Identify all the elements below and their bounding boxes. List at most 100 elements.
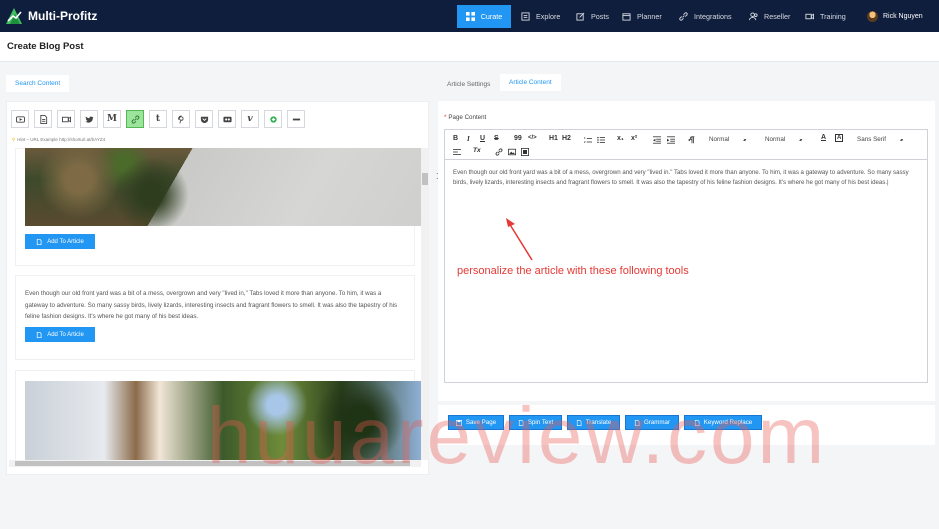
flickr-icon xyxy=(222,116,232,122)
nav-planner[interactable]: Planner xyxy=(622,5,662,28)
source-toolbar: M t v xyxy=(11,110,310,128)
source-more-button[interactable] xyxy=(287,110,305,128)
result-text: Even though our old front yard was a bit… xyxy=(25,290,398,321)
svg-text:2: 2 xyxy=(584,140,586,144)
users-icon xyxy=(749,12,758,21)
video-icon xyxy=(61,115,71,123)
source-medium-button[interactable]: M xyxy=(103,110,121,128)
code-button[interactable]: </> xyxy=(528,135,537,141)
text-direction-button[interactable] xyxy=(688,136,696,144)
outdent-icon xyxy=(653,136,661,144)
pocket-icon xyxy=(200,116,208,123)
video-icon xyxy=(805,13,814,20)
nav-curate[interactable]: Curate xyxy=(457,5,511,28)
brand-name: Multi-Profitz xyxy=(28,9,98,23)
source-twitter-button[interactable] xyxy=(80,110,98,128)
italic-button[interactable]: I xyxy=(467,135,470,143)
bullet-list-button[interactable] xyxy=(597,136,605,144)
insert-link-button[interactable] xyxy=(495,148,503,156)
lightbulb-icon: ⚲ xyxy=(12,137,16,142)
background-color-button[interactable]: A xyxy=(835,134,844,142)
annotation-arrow-icon xyxy=(506,218,533,261)
add-to-article-button[interactable]: Add To Article xyxy=(25,234,95,249)
nav-integrations[interactable]: Integrations xyxy=(679,5,732,28)
ordered-list-icon: 12 xyxy=(584,136,592,144)
logo-icon xyxy=(6,8,22,24)
link-icon xyxy=(679,12,688,21)
editor-toolbar: B I U S 99 </> H1 H2 12 x₁ x² Normal ▴▾ … xyxy=(445,130,927,160)
source-youtube-button[interactable] xyxy=(11,110,29,128)
page-content-label: * Page Content xyxy=(444,114,487,121)
indent-button[interactable] xyxy=(667,136,675,144)
page-title: Create Blog Post xyxy=(7,41,84,52)
h2-button[interactable]: H2 xyxy=(562,135,571,142)
result-image xyxy=(25,148,421,226)
strike-button[interactable]: S xyxy=(494,135,499,142)
source-tumblr-button[interactable]: t xyxy=(149,110,167,128)
source-document-button[interactable] xyxy=(34,110,52,128)
hint-text: ⚲ Hint – URL Example http://shorturl.at/b… xyxy=(12,137,106,142)
text-direction-icon xyxy=(688,136,695,144)
source-pocket-button[interactable] xyxy=(195,110,213,128)
quote-button[interactable]: 99 xyxy=(514,135,522,142)
document-icon xyxy=(37,238,42,245)
size-select[interactable]: Normal xyxy=(709,136,745,143)
brand[interactable]: Multi-Profitz xyxy=(4,6,97,26)
user-name: Rick Nguyen xyxy=(883,13,923,20)
nav-explore[interactable]: Explore xyxy=(521,5,560,28)
add-to-article-button[interactable]: Add To Article xyxy=(25,327,95,342)
superscript-button[interactable]: x² xyxy=(631,135,637,142)
avatar xyxy=(867,11,878,22)
tab-search-content[interactable]: Search Content xyxy=(6,75,70,92)
annotation-text: personalize the article with these follo… xyxy=(457,265,689,277)
more-icon xyxy=(292,118,300,120)
twitter-icon xyxy=(84,115,94,123)
source-vimeo-button[interactable]: v xyxy=(241,110,259,128)
text-color-button[interactable]: A xyxy=(821,134,826,141)
feedly-icon xyxy=(269,115,277,123)
source-video-button[interactable] xyxy=(57,110,75,128)
source-flickr-button[interactable] xyxy=(218,110,236,128)
medium-icon: M xyxy=(107,114,117,124)
nav-training[interactable]: Training xyxy=(805,5,846,28)
tab-article-settings[interactable]: Article Settings xyxy=(438,76,499,93)
outdent-button[interactable] xyxy=(653,136,661,144)
document-icon xyxy=(37,331,42,338)
nav-posts[interactable]: Posts xyxy=(576,5,609,28)
edit-icon xyxy=(576,12,585,21)
film-icon xyxy=(521,148,529,156)
indent-icon xyxy=(667,136,675,144)
link-icon xyxy=(495,148,503,156)
vimeo-icon: v xyxy=(247,114,253,124)
insert-video-button[interactable] xyxy=(521,148,529,156)
explore-icon xyxy=(521,12,530,21)
source-pinterest-button[interactable] xyxy=(172,110,190,128)
source-link-button[interactable] xyxy=(126,110,144,128)
user-menu[interactable]: Rick Nguyen xyxy=(867,11,923,22)
pinterest-icon xyxy=(177,114,184,123)
clear-format-button[interactable]: Tx xyxy=(473,147,481,154)
youtube-icon xyxy=(15,115,25,123)
align-left-icon xyxy=(453,149,461,155)
image-icon xyxy=(508,148,516,156)
watermark: huuareview.com xyxy=(207,391,828,480)
header-select[interactable]: Normal xyxy=(765,136,801,143)
calendar-icon xyxy=(622,13,631,21)
link-icon xyxy=(131,114,139,124)
insert-image-button[interactable] xyxy=(508,148,516,156)
font-select[interactable]: Sans Serif xyxy=(857,136,902,143)
tumblr-icon: t xyxy=(155,114,161,124)
underline-button[interactable]: U xyxy=(480,135,485,142)
source-feedly-button[interactable] xyxy=(264,110,282,128)
tab-article-content[interactable]: Article Content xyxy=(500,74,561,91)
nav-reseller[interactable]: Reseller xyxy=(749,5,790,28)
top-navigation: Multi-Profitz Curate Explore Posts Plann… xyxy=(0,0,939,32)
bullet-list-icon xyxy=(597,136,605,144)
ordered-list-button[interactable]: 12 xyxy=(584,136,592,144)
title-bar: Create Blog Post xyxy=(0,32,939,62)
align-button[interactable] xyxy=(453,148,461,156)
bold-button[interactable]: B xyxy=(453,135,458,142)
h1-button[interactable]: H1 xyxy=(549,135,558,142)
editor-content[interactable]: Even though our old front yard was a bit… xyxy=(453,168,917,187)
subscript-button[interactable]: x₁ xyxy=(617,135,624,142)
